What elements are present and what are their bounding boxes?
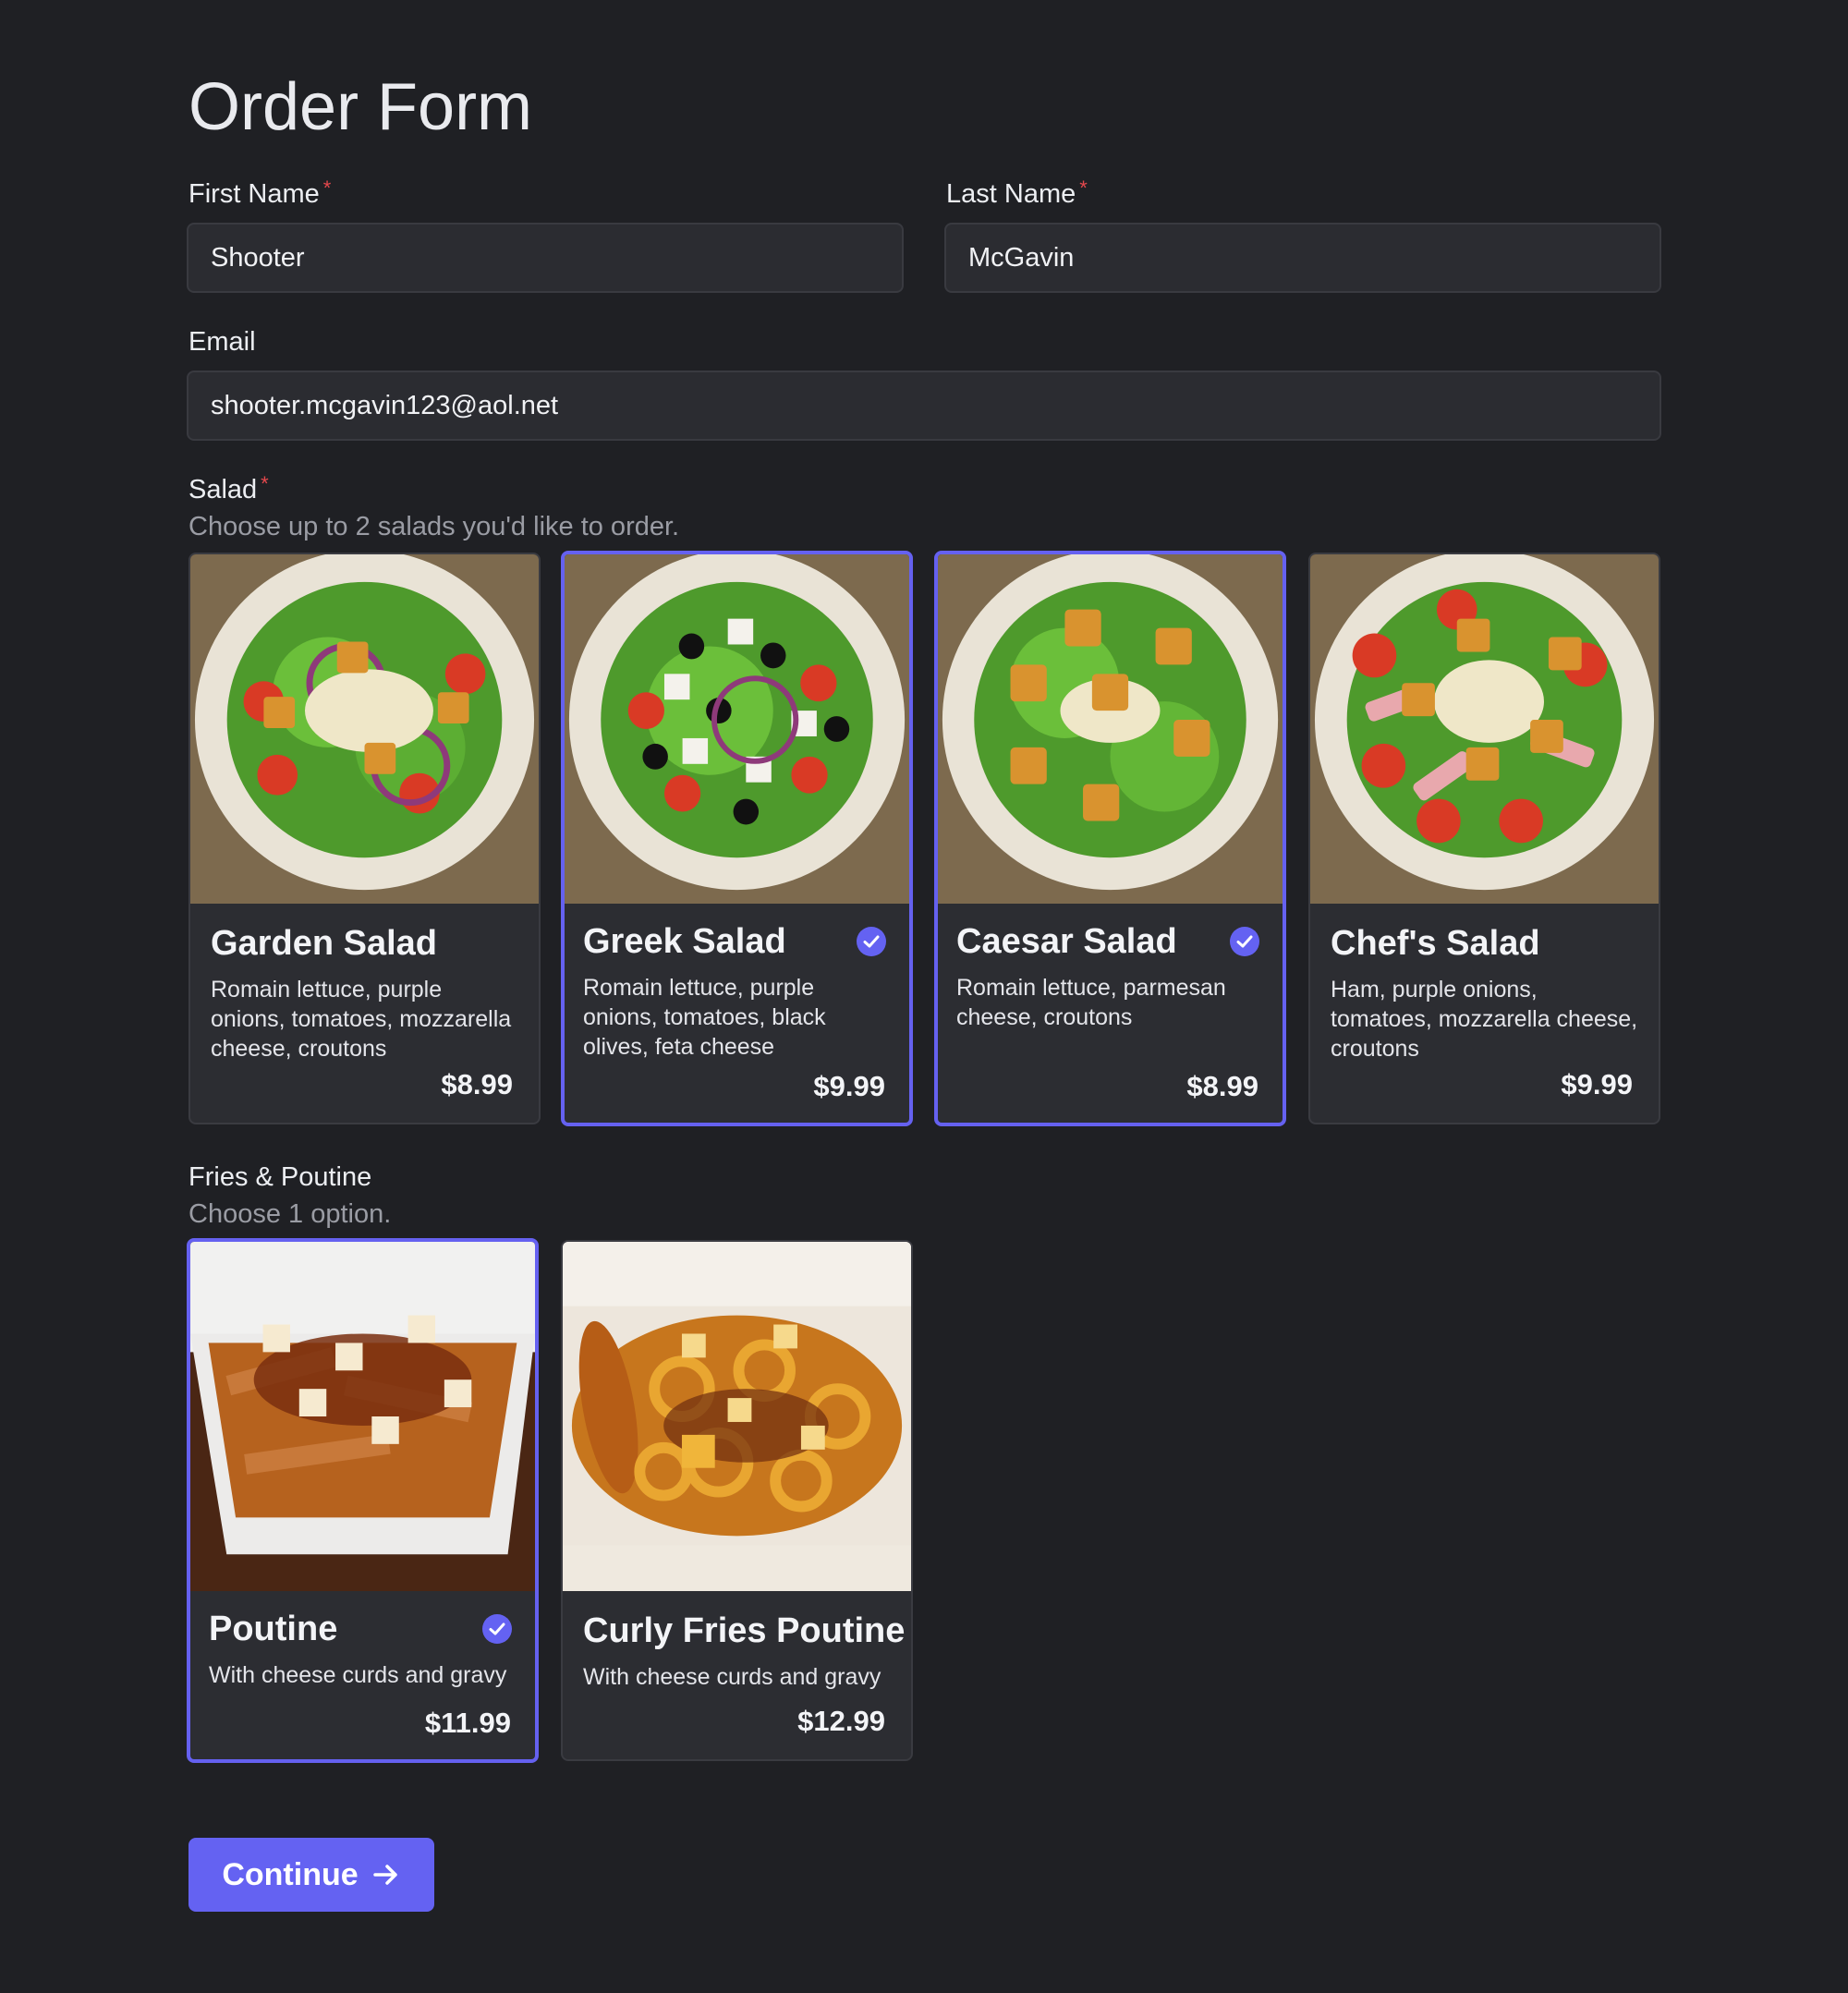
chefs-salad-image [1310,554,1659,904]
order-form-page: Order Form First Name * Shooter Last Name… [0,0,1848,1993]
card-title: Greek Salad [583,922,786,961]
last-name-label-text: Last Name [946,179,1076,209]
card-title: Caesar Salad [956,922,1177,961]
email-input[interactable]: shooter.mcgavin123@aol.net [187,371,1661,441]
card-price: $12.99 [797,1705,885,1737]
salad-card-greek[interactable]: Greek Salad Romain lettuce, purple onion… [561,551,913,1126]
email-label: Email [188,327,256,357]
card-description: Romain lettuce, purple onions, tomatoes,… [583,975,826,1060]
check-circle-icon [482,1614,512,1644]
card-price: $9.99 [813,1070,885,1102]
fries-card-poutine[interactable]: Poutine With cheese curds and gravy $11.… [187,1238,539,1763]
salad-card-garden[interactable]: Garden Salad Romain lettuce, purple onio… [188,553,541,1124]
fries-hint: Choose 1 option. [188,1199,392,1229]
last-name-input[interactable]: McGavin [944,223,1661,293]
salad-label-text: Salad [188,475,258,504]
page-title: Order Form [188,70,533,144]
card-description: Romain lettuce, parmesan cheese, crouton… [956,975,1226,1030]
arrow-right-icon [372,1865,397,1885]
first-name-input[interactable]: Shooter [187,223,904,293]
continue-button[interactable]: Continue [188,1838,434,1912]
poutine-image [190,1242,535,1591]
check-circle-icon [1230,927,1259,956]
card-description: Ham, purple onions, tomatoes, mozzarella… [1331,977,1638,1062]
salad-hint: Choose up to 2 salads you'd like to orde… [188,512,680,541]
card-description: With cheese curds and gravy [209,1662,507,1688]
salad-card-caesar[interactable]: Caesar Salad Romain lettuce, parmesan ch… [934,551,1286,1126]
fries-card-curly-fries-poutine[interactable]: Curly Fries Poutine With cheese curds an… [561,1240,913,1761]
card-price: $8.99 [441,1068,513,1100]
card-title: Garden Salad [211,924,437,963]
garden-salad-image [190,554,539,904]
card-price: $11.99 [424,1707,511,1739]
fries-label: Fries & Poutine [188,1162,372,1192]
card-description: Romain lettuce, purple onions, tomatoes,… [211,977,512,1062]
greek-salad-image [565,554,909,904]
check-circle-icon [857,927,886,956]
card-title: Curly Fries Poutine [583,1611,906,1650]
required-mark: * [261,472,269,495]
required-mark: * [322,176,332,200]
salad-card-chefs[interactable]: Chef's Salad Ham, purple onions, tomatoe… [1308,553,1660,1124]
caesar-salad-image [938,554,1283,904]
first-name-label: First Name * [188,176,332,213]
last-name-label: Last Name * [946,176,1088,213]
card-price: $9.99 [1561,1068,1633,1100]
curly-fries-poutine-image [563,1242,911,1591]
card-title: Chef's Salad [1331,924,1540,963]
required-mark: * [1079,176,1088,200]
card-price: $8.99 [1186,1070,1258,1102]
card-title: Poutine [209,1610,338,1648]
continue-button-label: Continue [222,1856,359,1892]
salad-label: Salad * [188,472,269,508]
first-name-label-text: First Name [188,179,320,209]
card-description: With cheese curds and gravy [583,1664,881,1690]
